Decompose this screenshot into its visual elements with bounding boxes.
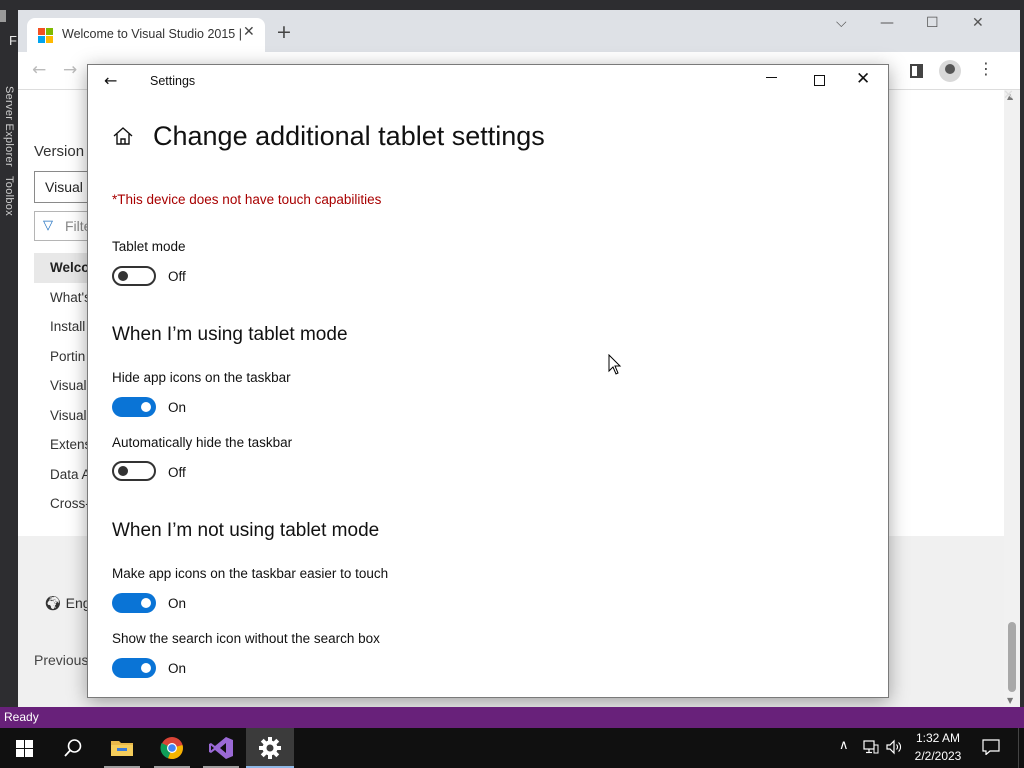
vs-menu-file[interactable]: F bbox=[9, 33, 17, 48]
search-button[interactable] bbox=[48, 728, 96, 768]
tablet-mode-toggle[interactable] bbox=[112, 266, 156, 286]
forward-arrow-icon[interactable]: → bbox=[63, 60, 77, 80]
using-tablet-mode-heading: When I’m using tablet mode bbox=[112, 324, 348, 345]
close-icon[interactable]: ✕ bbox=[972, 15, 984, 31]
visual-studio-icon bbox=[209, 737, 233, 759]
auto-hide-taskbar-state: Off bbox=[168, 465, 186, 480]
filter-icon: ▽ bbox=[43, 218, 53, 233]
server-explorer-tab[interactable]: Server Explorer bbox=[3, 86, 15, 167]
scroll-down-icon[interactable]: ▼ bbox=[1007, 696, 1013, 705]
notification-center-icon[interactable] bbox=[982, 739, 1000, 755]
minimize-icon[interactable] bbox=[766, 77, 777, 78]
search-icon bbox=[64, 739, 82, 757]
hide-app-icons-label: Hide app icons on the taskbar bbox=[112, 370, 291, 385]
visual-studio-button[interactable] bbox=[197, 728, 245, 768]
chrome-icon bbox=[160, 737, 183, 760]
tab-title: Welcome to Visual Studio 2015 | bbox=[62, 27, 242, 41]
kebab-menu-icon[interactable]: ⋮ bbox=[978, 59, 994, 78]
profile-avatar-icon[interactable] bbox=[939, 60, 961, 82]
tab-strip: Welcome to Visual Studio 2015 | ✕ + ⌵ — … bbox=[18, 10, 1020, 52]
new-tab-button[interactable]: + bbox=[276, 23, 292, 42]
minimize-icon[interactable]: — bbox=[880, 15, 894, 31]
clock-date[interactable]: 2/2/2023 bbox=[907, 749, 969, 763]
microsoft-logo-icon bbox=[38, 28, 53, 43]
file-explorer-button[interactable] bbox=[98, 728, 146, 768]
maximize-icon[interactable]: ☐ bbox=[926, 15, 939, 31]
not-using-tablet-mode-heading: When I’m not using tablet mode bbox=[112, 520, 380, 541]
volume-icon[interactable] bbox=[886, 739, 902, 755]
tablet-mode-label: Tablet mode bbox=[112, 239, 186, 254]
vs-logo-fragment bbox=[0, 10, 6, 22]
touch-warning-text: *This device does not have touch capabil… bbox=[112, 192, 382, 207]
easier-touch-state: On bbox=[168, 596, 187, 611]
toggle-knob bbox=[118, 466, 128, 476]
previous-link[interactable]: Previous bbox=[34, 652, 88, 668]
tablet-mode-state: Off bbox=[168, 269, 186, 284]
browser-tab[interactable]: Welcome to Visual Studio 2015 | ✕ bbox=[27, 18, 265, 52]
network-icon[interactable] bbox=[863, 740, 879, 754]
language-selector[interactable]: 🌍︎ Eng bbox=[44, 595, 91, 612]
toggle-knob bbox=[141, 402, 151, 412]
show-desktop-button[interactable] bbox=[1018, 728, 1024, 768]
search-icon-only-label: Show the search icon without the search … bbox=[112, 631, 380, 646]
hide-app-icons-toggle[interactable] bbox=[112, 397, 156, 417]
windows-start-icon bbox=[16, 740, 33, 757]
chrome-button[interactable] bbox=[148, 728, 196, 768]
tray-chevron-up-icon[interactable]: ∧ bbox=[839, 738, 849, 753]
start-button[interactable] bbox=[0, 728, 48, 768]
search-icon-only-toggle[interactable] bbox=[112, 658, 156, 678]
close-icon[interactable]: ✕ bbox=[856, 69, 870, 89]
clock-time[interactable]: 1:32 AM bbox=[907, 731, 969, 745]
vs-status-bar: Ready bbox=[0, 707, 1024, 728]
chevron-down-icon[interactable]: ⌵ bbox=[836, 15, 847, 31]
vs-panel-close-icon[interactable]: ✕ bbox=[1003, 88, 1014, 103]
back-arrow-icon[interactable]: ← bbox=[32, 60, 46, 80]
easier-touch-toggle[interactable] bbox=[112, 593, 156, 613]
globe-icon: 🌍︎ bbox=[44, 595, 62, 611]
settings-button[interactable] bbox=[246, 728, 294, 768]
easier-touch-label: Make app icons on the taskbar easier to … bbox=[112, 566, 389, 581]
settings-window-title: Settings bbox=[150, 74, 196, 88]
maximize-icon[interactable] bbox=[814, 75, 825, 86]
page-title: Change additional tablet settings bbox=[153, 121, 545, 151]
mouse-cursor-icon bbox=[608, 354, 622, 375]
file-explorer-icon bbox=[111, 741, 133, 756]
search-icon-only-state: On bbox=[168, 661, 187, 676]
toggle-knob bbox=[118, 271, 128, 281]
settings-window: ← Settings ✕ Change additional tablet se… bbox=[87, 64, 889, 698]
auto-hide-taskbar-label: Automatically hide the taskbar bbox=[112, 435, 293, 450]
settings-title-bar: ← Settings ✕ bbox=[88, 65, 888, 98]
page-scrollbar[interactable]: ▲ ▼ bbox=[1004, 90, 1020, 710]
toolbox-tab[interactable]: Toolbox bbox=[3, 176, 15, 216]
scroll-thumb[interactable] bbox=[1008, 622, 1016, 692]
hide-app-icons-state: On bbox=[168, 400, 187, 415]
toggle-knob bbox=[141, 663, 151, 673]
status-text: Ready bbox=[4, 710, 39, 724]
side-panel-icon[interactable] bbox=[910, 64, 923, 78]
back-arrow-icon[interactable]: ← bbox=[104, 71, 117, 90]
tab-close-icon[interactable]: ✕ bbox=[243, 24, 255, 40]
home-icon[interactable] bbox=[112, 125, 134, 147]
version-label: Version bbox=[34, 143, 85, 160]
auto-hide-taskbar-toggle[interactable] bbox=[112, 461, 156, 481]
toggle-knob bbox=[141, 598, 151, 608]
settings-gear-icon bbox=[259, 737, 281, 759]
version-select-value: Visual bbox=[45, 179, 83, 195]
windows-taskbar: ∧ 1:32 AM 2/2/2023 bbox=[0, 728, 1024, 768]
